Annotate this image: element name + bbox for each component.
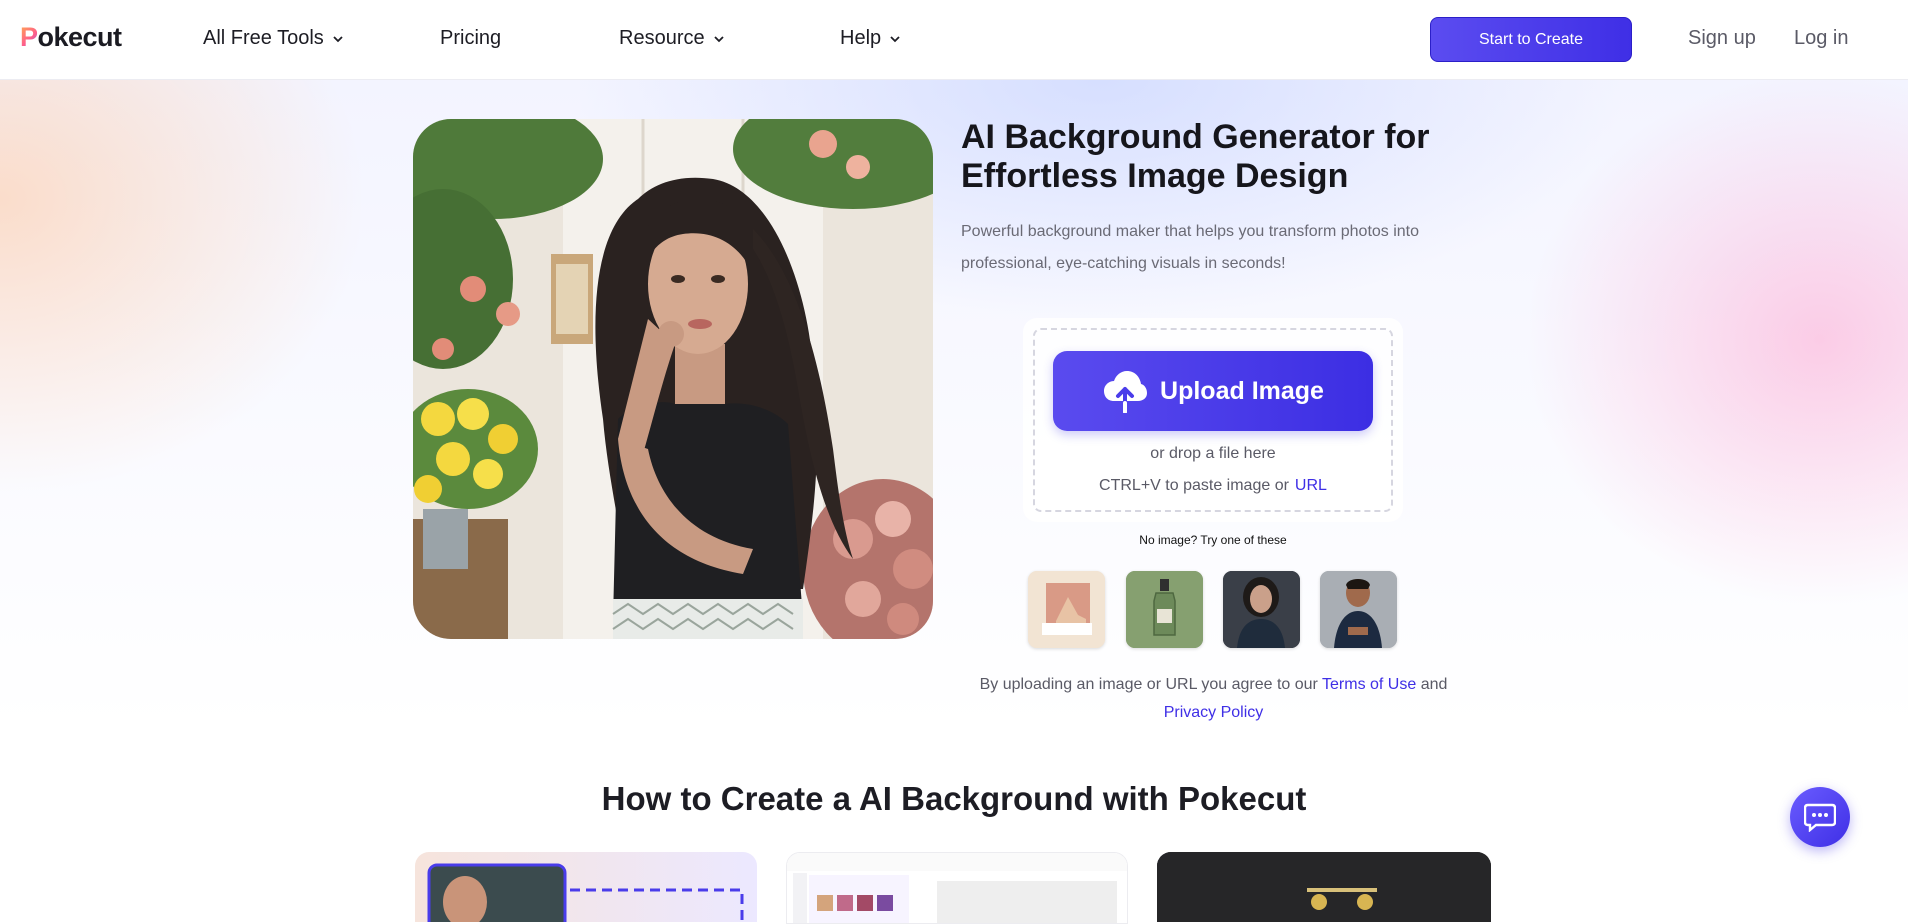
- hero-background: [0, 79, 1908, 729]
- upload-image-button[interactable]: Upload Image: [1053, 351, 1373, 431]
- sample-woman-icon: [1223, 571, 1300, 648]
- sample-image-shoe[interactable]: [1028, 571, 1105, 648]
- step-card-1: [415, 852, 757, 922]
- step-card-2: [786, 852, 1128, 924]
- start-to-create-button[interactable]: Start to Create: [1430, 17, 1632, 62]
- chevron-down-icon: [333, 35, 343, 42]
- nav-label: All Free Tools: [203, 27, 324, 49]
- sample-shoe-icon: [1028, 571, 1105, 648]
- step-card-3: [1157, 852, 1491, 922]
- samples-label: No image? Try one of these: [1139, 533, 1287, 547]
- privacy-policy-link[interactable]: Privacy Policy: [1164, 704, 1264, 721]
- pokecut-logo[interactable]: Pokecut: [20, 22, 122, 53]
- sample-image-woman[interactable]: [1223, 571, 1300, 648]
- chat-bubble-icon: [1804, 803, 1836, 832]
- page-subtitle: Powerful background maker that helps you…: [961, 223, 1420, 272]
- nav-label: Pricing: [440, 27, 502, 49]
- logo-text: okecut: [37, 22, 123, 52]
- upload-button-label: Upload Image: [1160, 376, 1324, 405]
- and-text: and: [1420, 676, 1448, 693]
- sample-bottle-icon: [1126, 571, 1203, 648]
- nav-label: Resource: [619, 27, 705, 49]
- step-3-preview: [1157, 852, 1491, 922]
- paste-hint: CTRL+V to paste image or URL: [1023, 477, 1403, 495]
- step-1-preview: [427, 863, 744, 922]
- sample-man-icon: [1320, 571, 1397, 648]
- sample-image-bottle[interactable]: [1126, 571, 1203, 648]
- nav-resource[interactable]: Resource: [619, 27, 725, 50]
- sample-image-man[interactable]: [1320, 571, 1397, 648]
- chevron-down-icon: [713, 35, 724, 42]
- nav-all-free-tools[interactable]: All Free Tools: [203, 27, 344, 50]
- log-in-link[interactable]: Log in: [1794, 27, 1849, 50]
- cloud-upload-icon: [1104, 371, 1148, 413]
- top-navbar: Pokecut All Free Tools Pricing Resource …: [0, 0, 1908, 80]
- chat-support-button[interactable]: [1790, 787, 1850, 847]
- drop-file-hint: or drop a file here: [1150, 445, 1276, 462]
- terms-of-use-link[interactable]: Terms of Use: [1322, 676, 1416, 693]
- hero-example-image: [413, 119, 933, 639]
- nav-label: Help: [840, 27, 882, 49]
- chevron-down-icon: [890, 35, 900, 42]
- sign-up-link[interactable]: Sign up: [1688, 27, 1756, 50]
- url-link[interactable]: URL: [1295, 477, 1327, 494]
- terms-agreement: By uploading an image or URL you agree t…: [961, 671, 1466, 727]
- page-title: AI Background Generator for Effortless I…: [961, 118, 1430, 195]
- nav-pricing[interactable]: Pricing: [440, 27, 501, 50]
- howto-title: How to Create a AI Background with Pokec…: [601, 780, 1307, 817]
- woman-portrait-illustration: [413, 119, 933, 639]
- nav-help[interactable]: Help: [840, 27, 901, 50]
- agree-text: By uploading an image or URL you agree t…: [979, 676, 1318, 693]
- paste-hint-text: CTRL+V to paste image or: [1099, 477, 1289, 494]
